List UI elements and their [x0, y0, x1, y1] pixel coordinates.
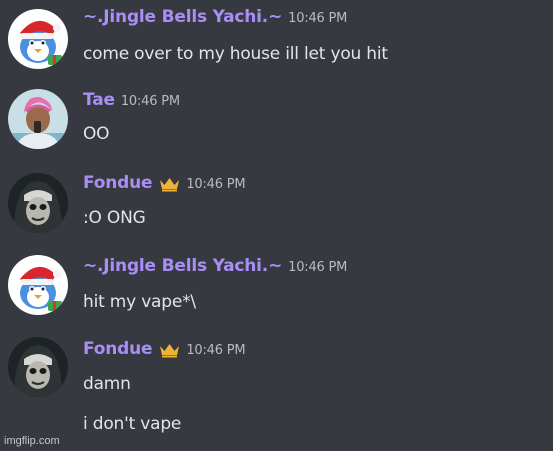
message-text: hit my vape*\: [83, 292, 196, 312]
chat-messages: ~.Jingle Bells Yachi.~ 10:46 PM come ove…: [0, 0, 553, 451]
pink-hair-person-avatar[interactable]: [8, 89, 68, 149]
santa-penguin-avatar[interactable]: [8, 255, 68, 315]
message-text: :O ONG: [83, 208, 146, 228]
username[interactable]: Fondue: [83, 173, 153, 193]
message-header: ~.Jingle Bells Yachi.~ 10:46 PM: [83, 7, 347, 29]
username[interactable]: ~.Jingle Bells Yachi.~: [83, 7, 282, 27]
username[interactable]: ~.Jingle Bells Yachi.~: [83, 256, 282, 276]
message-header: Fondue 10:46 PM: [83, 339, 246, 361]
nun-mask-avatar[interactable]: [8, 337, 68, 397]
message-text: i don't vape: [83, 414, 182, 434]
username[interactable]: Tae: [83, 90, 115, 110]
message-text: OO: [83, 124, 110, 144]
message-header: ~.Jingle Bells Yachi.~ 10:46 PM: [83, 256, 347, 278]
crown-icon: [159, 177, 180, 192]
username[interactable]: Fondue: [83, 339, 153, 359]
crown-icon: [159, 343, 180, 358]
timestamp: 10:46 PM: [288, 260, 348, 275]
message-text: damn: [83, 374, 131, 394]
message-header: Tae 10:46 PM: [83, 90, 180, 112]
nun-mask-avatar[interactable]: [8, 173, 68, 233]
message-text: come over to my house ill let you hit: [83, 44, 388, 64]
message-header: Fondue 10:46 PM: [83, 173, 246, 195]
timestamp: 10:46 PM: [120, 94, 180, 109]
santa-penguin-avatar[interactable]: [8, 9, 68, 69]
watermark: imgflip.com: [4, 435, 60, 447]
timestamp: 10:46 PM: [186, 343, 246, 358]
timestamp: 10:46 PM: [186, 177, 246, 192]
timestamp: 10:46 PM: [288, 11, 348, 26]
